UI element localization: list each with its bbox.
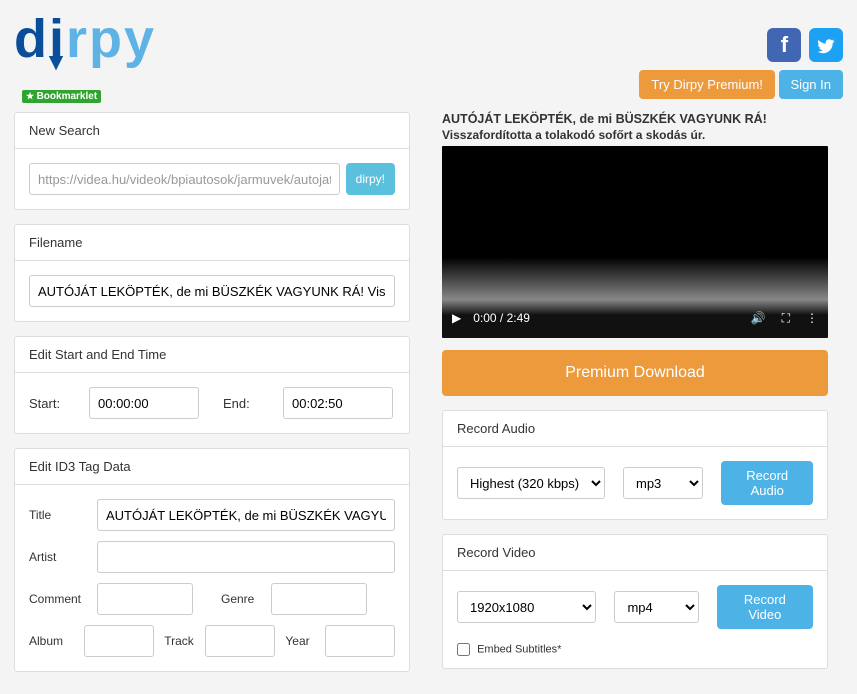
panel-heading: Edit ID3 Tag Data <box>15 449 409 485</box>
video-time: 0:00 / 2:49 <box>473 311 530 325</box>
genre-input[interactable] <box>271 583 367 615</box>
search-url-input[interactable] <box>29 163 340 195</box>
start-time-input[interactable] <box>89 387 199 419</box>
year-label: Year <box>285 634 315 648</box>
start-label: Start: <box>29 396 79 411</box>
audio-quality-select[interactable]: Highest (320 kbps) <box>457 467 605 499</box>
title-input[interactable] <box>97 499 395 531</box>
album-input[interactable] <box>84 625 154 657</box>
genre-label: Genre <box>221 592 261 606</box>
comment-label: Comment <box>29 592 87 606</box>
facebook-icon[interactable]: f <box>767 28 801 62</box>
fullscreen-icon[interactable]: ⛶ <box>782 311 790 326</box>
filename-input[interactable] <box>29 275 395 307</box>
video-subtitle: Visszafordította a tolakodó sofőrt a sko… <box>442 128 828 142</box>
year-input[interactable] <box>325 625 395 657</box>
id3-panel: Edit ID3 Tag Data Title Artist Comment G… <box>14 448 410 672</box>
panel-heading: Record Video <box>443 535 827 571</box>
video-res-select[interactable]: 1920x1080 <box>457 591 596 623</box>
embed-subtitles-checkbox[interactable] <box>457 643 470 656</box>
embed-subtitles-label: Embed Subtitles* <box>477 643 561 655</box>
sign-in-button[interactable]: Sign In <box>779 70 843 99</box>
artist-label: Artist <box>29 550 87 564</box>
time-panel: Edit Start and End Time Start: End: <box>14 336 410 434</box>
title-label: Title <box>29 508 87 522</box>
panel-heading: Edit Start and End Time <box>15 337 409 373</box>
track-label: Track <box>164 634 195 648</box>
record-audio-panel: Record Audio Highest (320 kbps) mp3 Reco… <box>442 410 828 520</box>
end-time-input[interactable] <box>283 387 393 419</box>
video-format-select[interactable]: mp4 <box>614 591 698 623</box>
filename-panel: Filename <box>14 224 410 322</box>
record-video-panel: Record Video 1920x1080 mp4 Record Video … <box>442 534 828 669</box>
audio-format-select[interactable]: mp3 <box>623 467 703 499</box>
video-player[interactable]: ▶ 0:00 / 2:49 🔊 ⛶ ⋮ <box>442 146 828 338</box>
new-search-panel: New Search dirpy! <box>14 112 410 210</box>
record-audio-button[interactable]: Record Audio <box>721 461 813 505</box>
premium-download-button[interactable]: Premium Download <box>442 350 828 396</box>
bookmarklet-badge[interactable]: Bookmarklet <box>22 90 101 103</box>
dirpy-go-button[interactable]: dirpy! <box>346 163 395 195</box>
logo[interactable]: dirpy <box>14 8 156 70</box>
track-input[interactable] <box>205 625 275 657</box>
panel-heading: New Search <box>15 113 409 149</box>
album-label: Album <box>29 634 74 648</box>
volume-icon[interactable]: 🔊 <box>751 311 766 325</box>
comment-input[interactable] <box>97 583 193 615</box>
record-video-button[interactable]: Record Video <box>717 585 813 629</box>
artist-input[interactable] <box>97 541 395 573</box>
panel-heading: Filename <box>15 225 409 261</box>
video-title: AUTÓJÁT LEKÖPTÉK, de mi BÜSZKÉK VAGYUNK … <box>442 112 828 126</box>
end-label: End: <box>223 396 273 411</box>
more-icon[interactable]: ⋮ <box>806 311 818 325</box>
try-premium-button[interactable]: Try Dirpy Premium! <box>639 70 774 99</box>
panel-heading: Record Audio <box>443 411 827 447</box>
play-icon[interactable]: ▶ <box>452 311 461 325</box>
twitter-icon[interactable] <box>809 28 843 62</box>
